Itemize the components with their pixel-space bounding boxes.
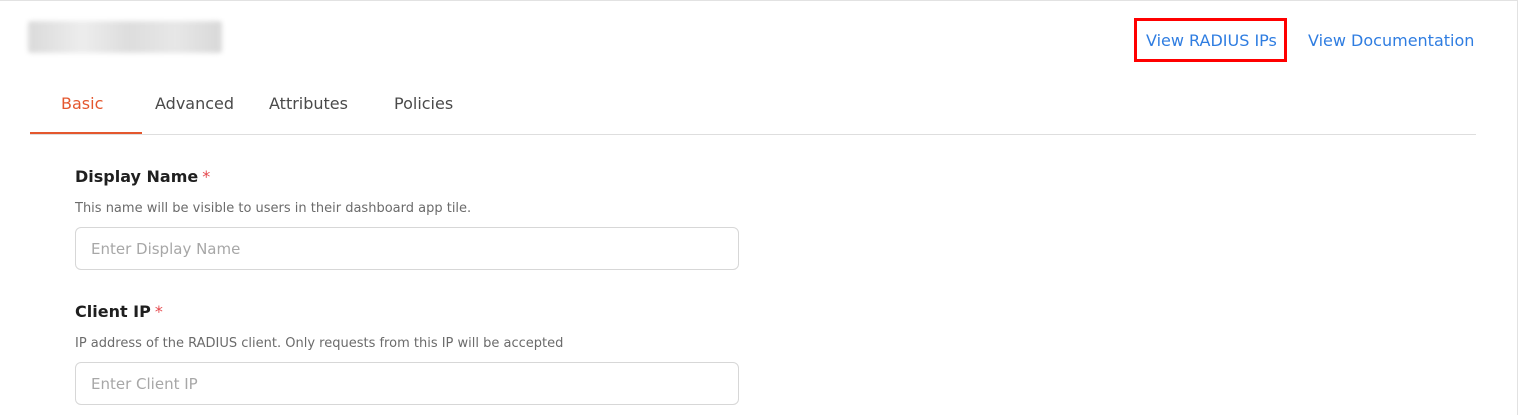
active-tab-indicator [30, 132, 142, 134]
display-name-label: Display Name * [75, 166, 210, 188]
client-ip-input[interactable] [75, 362, 739, 405]
tab-attributes[interactable]: Attributes [269, 93, 348, 115]
display-name-help-text: This name will be visible to users in th… [75, 201, 472, 216]
app-configuration-page: View RADIUS IPs View Documentation Basic… [0, 0, 1518, 415]
tab-basic[interactable]: Basic [61, 93, 103, 115]
tab-policies[interactable]: Policies [394, 93, 453, 115]
display-name-input[interactable] [75, 227, 739, 270]
view-documentation-link[interactable]: View Documentation [1308, 30, 1474, 52]
app-title-blurred [28, 21, 222, 53]
client-ip-label: Client IP * [75, 301, 163, 323]
client-ip-help-text: IP address of the RADIUS client. Only re… [75, 336, 564, 351]
required-asterisk: * [202, 167, 211, 186]
view-radius-ips-link[interactable]: View RADIUS IPs [1146, 30, 1277, 52]
tab-bar: Basic Advanced Attributes Policies [30, 81, 1476, 135]
required-asterisk: * [154, 302, 163, 321]
tab-advanced[interactable]: Advanced [155, 93, 234, 115]
display-name-label-text: Display Name [75, 167, 199, 186]
client-ip-label-text: Client IP [75, 302, 151, 321]
